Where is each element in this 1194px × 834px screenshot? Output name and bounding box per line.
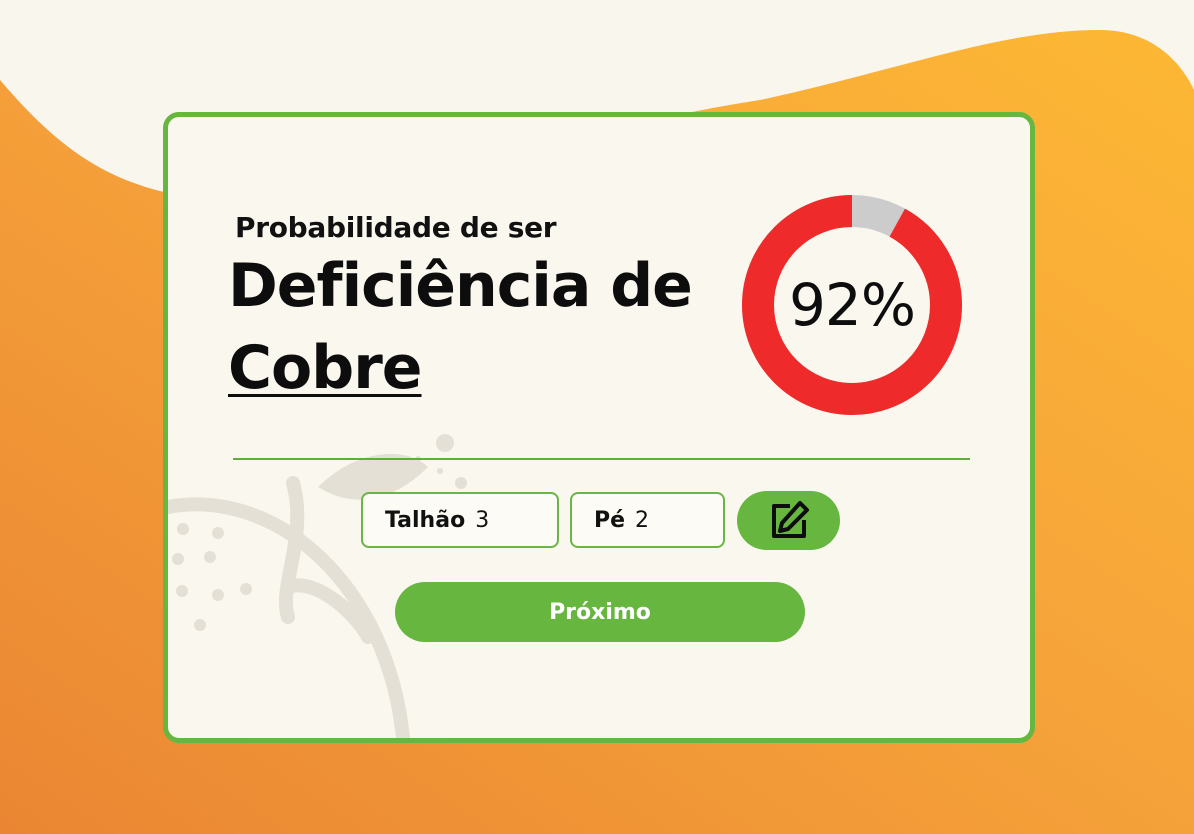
edit-button[interactable] <box>737 491 840 550</box>
title-line-1: Deficiência de <box>228 251 693 321</box>
page-title: Deficiência de Cobre <box>228 245 693 409</box>
divider <box>233 458 970 460</box>
pe-label: Pé <box>594 507 626 533</box>
talhao-label: Talhão <box>385 507 466 533</box>
talhao-value: 3 <box>475 507 490 533</box>
probability-percent: 92% <box>789 271 916 339</box>
talhao-field[interactable]: Talhão 3 <box>361 492 559 548</box>
title-line-2: Cobre <box>228 333 422 403</box>
diagnosis-card: Probabilidade de ser Deficiência de Cobr… <box>163 112 1035 743</box>
next-button[interactable]: Próximo <box>395 582 805 642</box>
edit-icon <box>771 500 809 538</box>
subtitle: Probabilidade de ser <box>235 211 557 244</box>
pe-field[interactable]: Pé 2 <box>570 492 725 548</box>
pe-value: 2 <box>635 507 650 533</box>
